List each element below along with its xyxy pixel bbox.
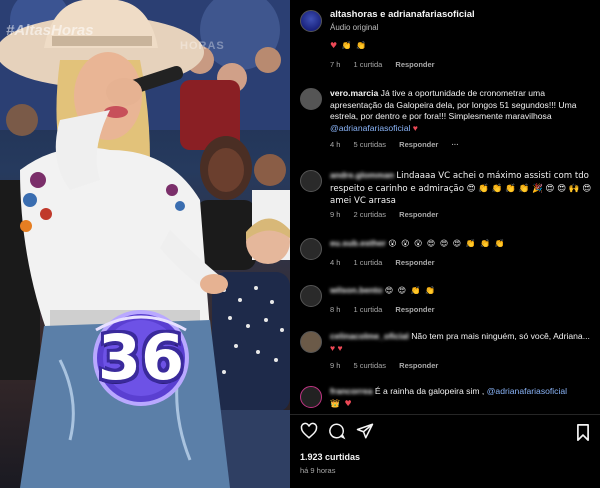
post-time: há 9 horas [300, 466, 336, 475]
commenter-avatar[interactable] [300, 386, 322, 408]
commenter-username[interactable]: francorrea [330, 386, 373, 396]
comment-likes[interactable]: 1 curtida [354, 60, 383, 69]
commenter-username[interactable]: wilson.bento [330, 285, 383, 295]
video-watermark-secondary: HORAS [180, 40, 225, 52]
commenter-username[interactable]: eu.sub.esther [330, 238, 386, 248]
comment-time: 4 h [330, 140, 341, 149]
commenter-username[interactable]: vero.marcia [330, 88, 378, 98]
reply-button[interactable]: Responder [399, 361, 438, 370]
badge-number: 36 [97, 321, 185, 394]
comment-time: 4 h [330, 258, 341, 267]
comment-likes[interactable]: 1 curtida [354, 305, 383, 314]
reply-button[interactable]: Responder [399, 140, 438, 149]
number-badge: 36 [76, 310, 206, 406]
reply-button[interactable]: Responder [395, 258, 434, 267]
comment-time: 8 h [330, 305, 341, 314]
comment-meta: 9 h 2 curtidas Responder [330, 210, 449, 219]
commenter-avatar[interactable] [300, 285, 322, 307]
comment-meta: 4 h 5 curtidas Responder ··· [330, 140, 470, 149]
comment-text: wilson.bento 😍 😍 👏 👏 [330, 285, 437, 295]
comment-likes[interactable]: 5 curtidas [354, 361, 387, 370]
reply-button[interactable]: Responder [399, 210, 438, 219]
comment-text: celinacolme_oficial Não tem pra mais nin… [330, 331, 590, 353]
post-header: altashoras e adrianafariasoficial Áudio … [300, 8, 600, 36]
video-watermark: #AltasHoras [6, 22, 94, 39]
likes-count[interactable]: 1.923 curtidas [300, 452, 360, 462]
commenter-username[interactable]: andre.glomman [330, 170, 394, 180]
paper-plane-icon[interactable] [356, 422, 374, 440]
comment-text: francorrea É a rainha da galopeira sim ,… [330, 386, 568, 408]
comment-bubble-icon[interactable] [328, 422, 346, 440]
comment-text: vero.marcia Já tive a oportunidade de cr… [330, 88, 577, 133]
comment-mention[interactable]: @adrianafariasoficial [487, 386, 567, 396]
audio-label[interactable]: Áudio original [330, 23, 378, 32]
author-avatar[interactable] [300, 10, 322, 32]
video-frame [0, 0, 290, 488]
commenter-avatar[interactable] [300, 88, 322, 110]
comment-meta: 9 h 5 curtidas Responder [330, 361, 449, 370]
comment-text: ♥ 👏 👏 [330, 41, 368, 50]
comment-meta: 8 h 1 curtida Responder [330, 305, 446, 314]
comment-text: eu.sub.esther 😮 😮 😮 😍 😍 😍 👏 👏 👏 [330, 238, 506, 248]
commenter-avatar[interactable] [300, 170, 322, 192]
post-authors[interactable]: altashoras e adrianafariasoficial [330, 9, 475, 20]
commenter-avatar[interactable] [300, 238, 322, 260]
more-options-icon[interactable]: ··· [451, 140, 459, 149]
comment-meta: 4 h 1 curtida Responder [330, 258, 446, 267]
comment-likes[interactable]: 2 curtidas [354, 210, 387, 219]
comment-mention[interactable]: @adrianafariasoficial [330, 123, 410, 133]
video-player[interactable]: #AltasHoras HORAS 36 [0, 0, 290, 488]
comment-meta: 7 h 1 curtida Responder [330, 60, 446, 69]
commenter-username[interactable]: celinacolme_oficial [330, 331, 409, 341]
heart-outline-icon[interactable] [300, 422, 318, 440]
reply-button[interactable]: Responder [395, 305, 434, 314]
comment-likes[interactable]: 1 curtida [354, 258, 383, 267]
commenter-avatar[interactable] [300, 331, 322, 353]
comment-text: andre.glomman Lindaaaa VC achei o máximo… [330, 170, 592, 206]
bookmark-icon[interactable] [576, 424, 590, 441]
action-bar [300, 422, 600, 444]
comment-time: 7 h [330, 60, 341, 69]
comment-time: 9 h [330, 361, 341, 370]
actions-divider [290, 414, 600, 415]
reply-button[interactable]: Responder [395, 60, 434, 69]
comment-time: 9 h [330, 210, 341, 219]
comment-likes[interactable]: 5 curtidas [354, 140, 387, 149]
